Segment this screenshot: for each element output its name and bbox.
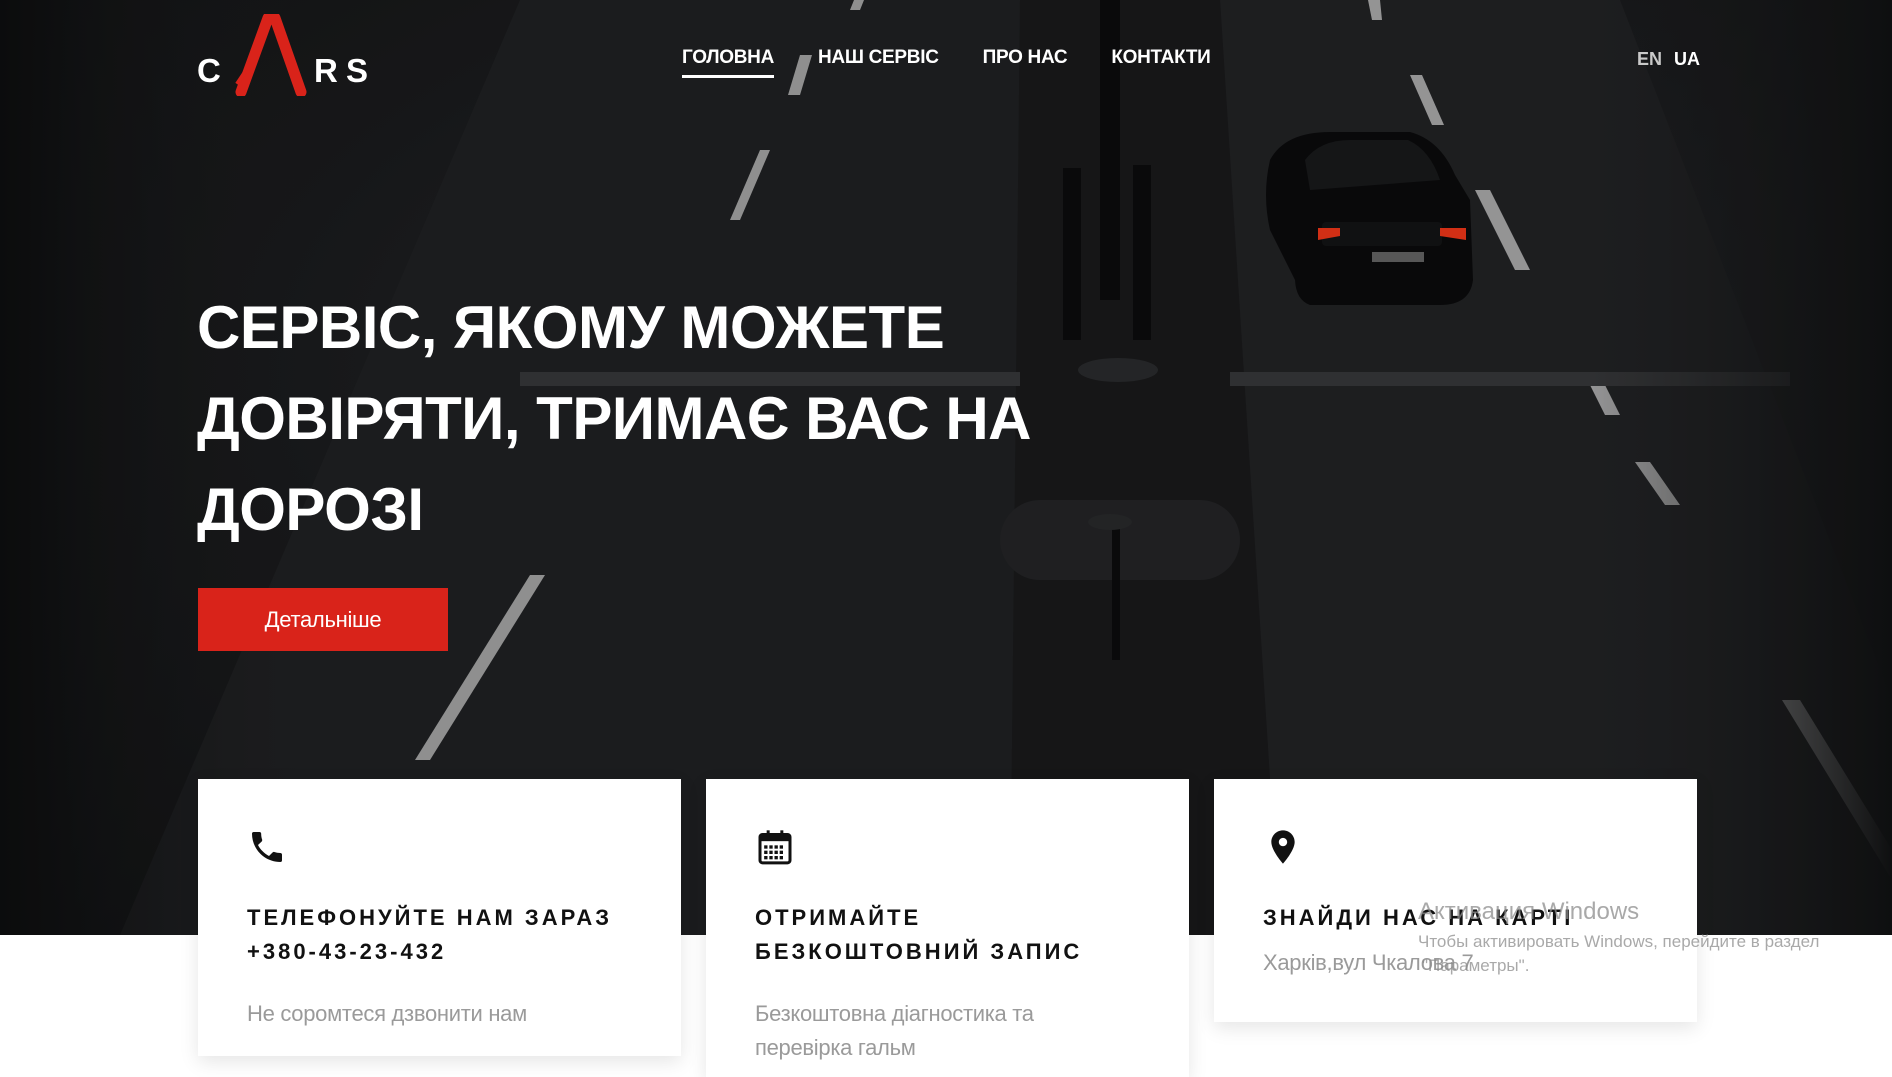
card-text-line: Безкоштовна діагностика та xyxy=(755,1001,1034,1026)
card-title-line: ОТРИМАЙТЕ xyxy=(755,905,922,930)
appointment-card: ОТРИМАЙТЕ БЕЗКОШТОВНИЙ ЗАПИС Безкоштовна… xyxy=(706,779,1189,1077)
logo-letter-c: C xyxy=(197,52,221,89)
watermark-title: Активация Windows xyxy=(1418,898,1640,925)
map-pin-icon xyxy=(1271,830,1295,864)
logo[interactable]: C A R S xyxy=(197,14,377,96)
nav-item-contacts[interactable]: КОНТАКТИ xyxy=(1111,47,1210,78)
card-title-line: БЕЗКОШТОВНИЙ ЗАПИС xyxy=(755,939,1083,964)
watermark-subtitle: Чтобы активировать Windows, перейдите в … xyxy=(1418,930,1878,978)
card-text: Безкоштовна діагностика та перевірка гал… xyxy=(755,997,1155,1065)
hero-headline: СЕРВІС, ЯКОМУ МОЖЕТЕ ДОВІРЯТИ, ТРИМАЄ ВА… xyxy=(197,282,1097,555)
hero-headline-line: ДОРОЗІ xyxy=(197,476,424,543)
nav-item-about[interactable]: ПРО НАС xyxy=(983,47,1068,78)
phone-number[interactable]: +380-43-23-432 xyxy=(247,935,667,969)
logo-letter-r: R xyxy=(314,52,338,89)
card-title: ТЕЛЕФОНУЙТЕ НАМ ЗАРАЗ +380-43-23-432 xyxy=(247,901,667,969)
main-nav: ГОЛОВНА НАШ СЕРВІС ПРО НАС КОНТАКТИ xyxy=(682,47,1211,78)
lang-en[interactable]: EN xyxy=(1637,49,1662,70)
logo-a-brush-mark xyxy=(235,14,307,96)
nav-item-home[interactable]: ГОЛОВНА xyxy=(682,47,774,78)
watermark-subtitle-line: "Параметры". xyxy=(1422,956,1530,975)
page: C A R S ГОЛОВНА НАШ СЕРВІС ПРО НАС КОНТА… xyxy=(0,0,1892,1077)
watermark-subtitle-line: Чтобы активировать Windows, перейдите в … xyxy=(1418,932,1820,951)
details-button[interactable]: Детальніше xyxy=(198,588,448,651)
card-title: ОТРИМАЙТЕ БЕЗКОШТОВНИЙ ЗАПИС xyxy=(755,901,1175,969)
calendar-icon xyxy=(758,830,792,865)
logo-letter-s: S xyxy=(346,52,369,89)
lang-ua[interactable]: UA xyxy=(1674,49,1700,70)
language-switcher: EN UA xyxy=(1637,49,1700,70)
card-text-line: Не соромтеся дзвонити нам xyxy=(247,1001,527,1026)
windows-activation-watermark: Активация Windows Чтобы активировать Win… xyxy=(1418,898,1878,978)
call-card: ТЕЛЕФОНУЙТЕ НАМ ЗАРАЗ +380-43-23-432 Не … xyxy=(198,779,681,1056)
nav-item-our-service[interactable]: НАШ СЕРВІС xyxy=(818,47,939,78)
card-text-line: перевірка гальм xyxy=(755,1035,916,1060)
hero-headline-line: СЕРВІС, ЯКОМУ МОЖЕТЕ xyxy=(197,294,945,361)
card-title-line: ТЕЛЕФОНУЙТЕ НАМ ЗАРАЗ xyxy=(247,905,613,930)
card-text: Не соромтеся дзвонити нам xyxy=(247,997,647,1031)
phone-icon xyxy=(252,832,282,862)
hero-headline-line: ДОВІРЯТИ, ТРИМАЄ ВАС НА xyxy=(197,385,1031,452)
